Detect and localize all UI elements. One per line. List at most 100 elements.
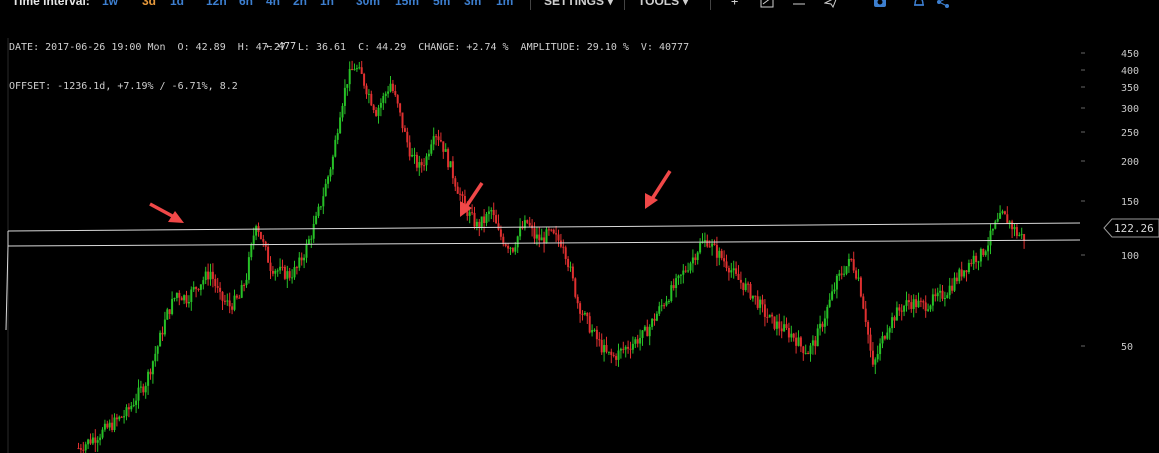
candle-body <box>919 300 922 302</box>
candle-body <box>780 328 783 332</box>
candle-body <box>137 387 140 401</box>
candle-body <box>550 229 553 231</box>
candle-body <box>1011 221 1014 230</box>
candle-body <box>497 223 500 230</box>
candle-body <box>269 262 272 271</box>
candle-body <box>1013 227 1016 230</box>
candle-body <box>607 351 610 353</box>
candle-body <box>924 302 927 311</box>
candle-body <box>130 405 133 410</box>
candle-body <box>139 386 142 388</box>
candle-body <box>144 385 147 393</box>
candle-body <box>886 332 889 339</box>
candle-body <box>663 305 666 307</box>
candle-body <box>917 300 920 308</box>
candle-body <box>375 110 378 116</box>
candle-body <box>735 268 738 274</box>
candle-body <box>480 216 483 228</box>
candle-body <box>629 348 632 350</box>
candle-body <box>406 131 409 143</box>
candle-body <box>166 309 169 320</box>
candle-body <box>161 332 164 335</box>
candle-body <box>934 294 937 297</box>
candle-body <box>667 301 670 303</box>
candle-body <box>615 356 618 360</box>
candle-body <box>941 290 944 299</box>
candle-body <box>905 300 908 306</box>
candle-body <box>989 230 992 246</box>
candle-body <box>207 271 210 280</box>
candle-body <box>211 271 214 279</box>
candle-body <box>751 295 754 299</box>
candle-body <box>288 271 291 278</box>
candle-body <box>677 275 680 279</box>
candle-body <box>804 352 807 354</box>
candle-body <box>619 348 622 351</box>
candle-body <box>305 244 308 258</box>
candle-body <box>684 270 687 272</box>
candle-body <box>982 248 985 256</box>
candle-body <box>262 239 265 242</box>
candle-body <box>1020 234 1023 236</box>
candle-body <box>754 295 757 297</box>
candle-body <box>910 302 913 309</box>
candle-body <box>339 117 342 134</box>
candle-body <box>115 417 118 420</box>
candle-body <box>267 246 270 263</box>
candle-body <box>279 266 282 271</box>
candle-body <box>540 237 543 241</box>
candle-body <box>636 339 639 344</box>
candle-body <box>559 240 562 247</box>
candle-body <box>634 339 637 344</box>
candle-body <box>711 243 714 247</box>
candle-body <box>783 324 786 332</box>
candle-body <box>509 247 512 249</box>
candle-body <box>99 437 102 441</box>
candle-body <box>250 244 253 258</box>
candle-body <box>492 210 495 216</box>
candle-body <box>377 107 380 116</box>
candle-body <box>516 236 519 248</box>
candle-body <box>612 354 615 357</box>
candle-body <box>785 324 788 328</box>
candle-body <box>946 295 949 298</box>
candle-body <box>226 300 229 302</box>
candle-body <box>843 273 846 275</box>
candle-body <box>96 440 99 443</box>
candle-body <box>101 429 104 438</box>
candle-body <box>605 345 608 352</box>
candle-body <box>931 294 934 306</box>
candle-body <box>977 261 980 263</box>
candle-body <box>216 286 219 288</box>
candle-body <box>485 213 488 224</box>
candle-body <box>459 193 462 195</box>
candle-body <box>874 359 877 365</box>
candle-body <box>581 313 584 315</box>
candle-body <box>912 299 915 309</box>
candle-body <box>190 289 193 302</box>
candle-body <box>307 239 310 245</box>
candle-body <box>372 105 375 111</box>
candle-body <box>691 257 694 264</box>
candle-body <box>699 242 702 253</box>
arrow-annotation <box>149 202 184 223</box>
candle-body <box>322 196 325 207</box>
candle-body <box>787 327 790 338</box>
candle-body <box>336 133 339 140</box>
candle-body <box>828 299 831 307</box>
candle-body <box>958 269 961 282</box>
candle-body <box>967 262 970 273</box>
candle-body <box>694 257 697 261</box>
candle-body <box>627 346 630 349</box>
y-tick-400: 400 <box>1081 66 1139 77</box>
y-tick-100: 100 <box>1081 251 1139 262</box>
candle-body <box>744 283 747 291</box>
y-tick-450: 450 <box>1081 49 1139 60</box>
candle-body <box>432 136 435 145</box>
candle-body <box>579 303 582 314</box>
candle-body <box>94 437 97 443</box>
candle-body <box>327 176 330 184</box>
candle-body <box>499 229 502 237</box>
candle-body <box>111 422 114 430</box>
candle-body <box>742 282 745 291</box>
